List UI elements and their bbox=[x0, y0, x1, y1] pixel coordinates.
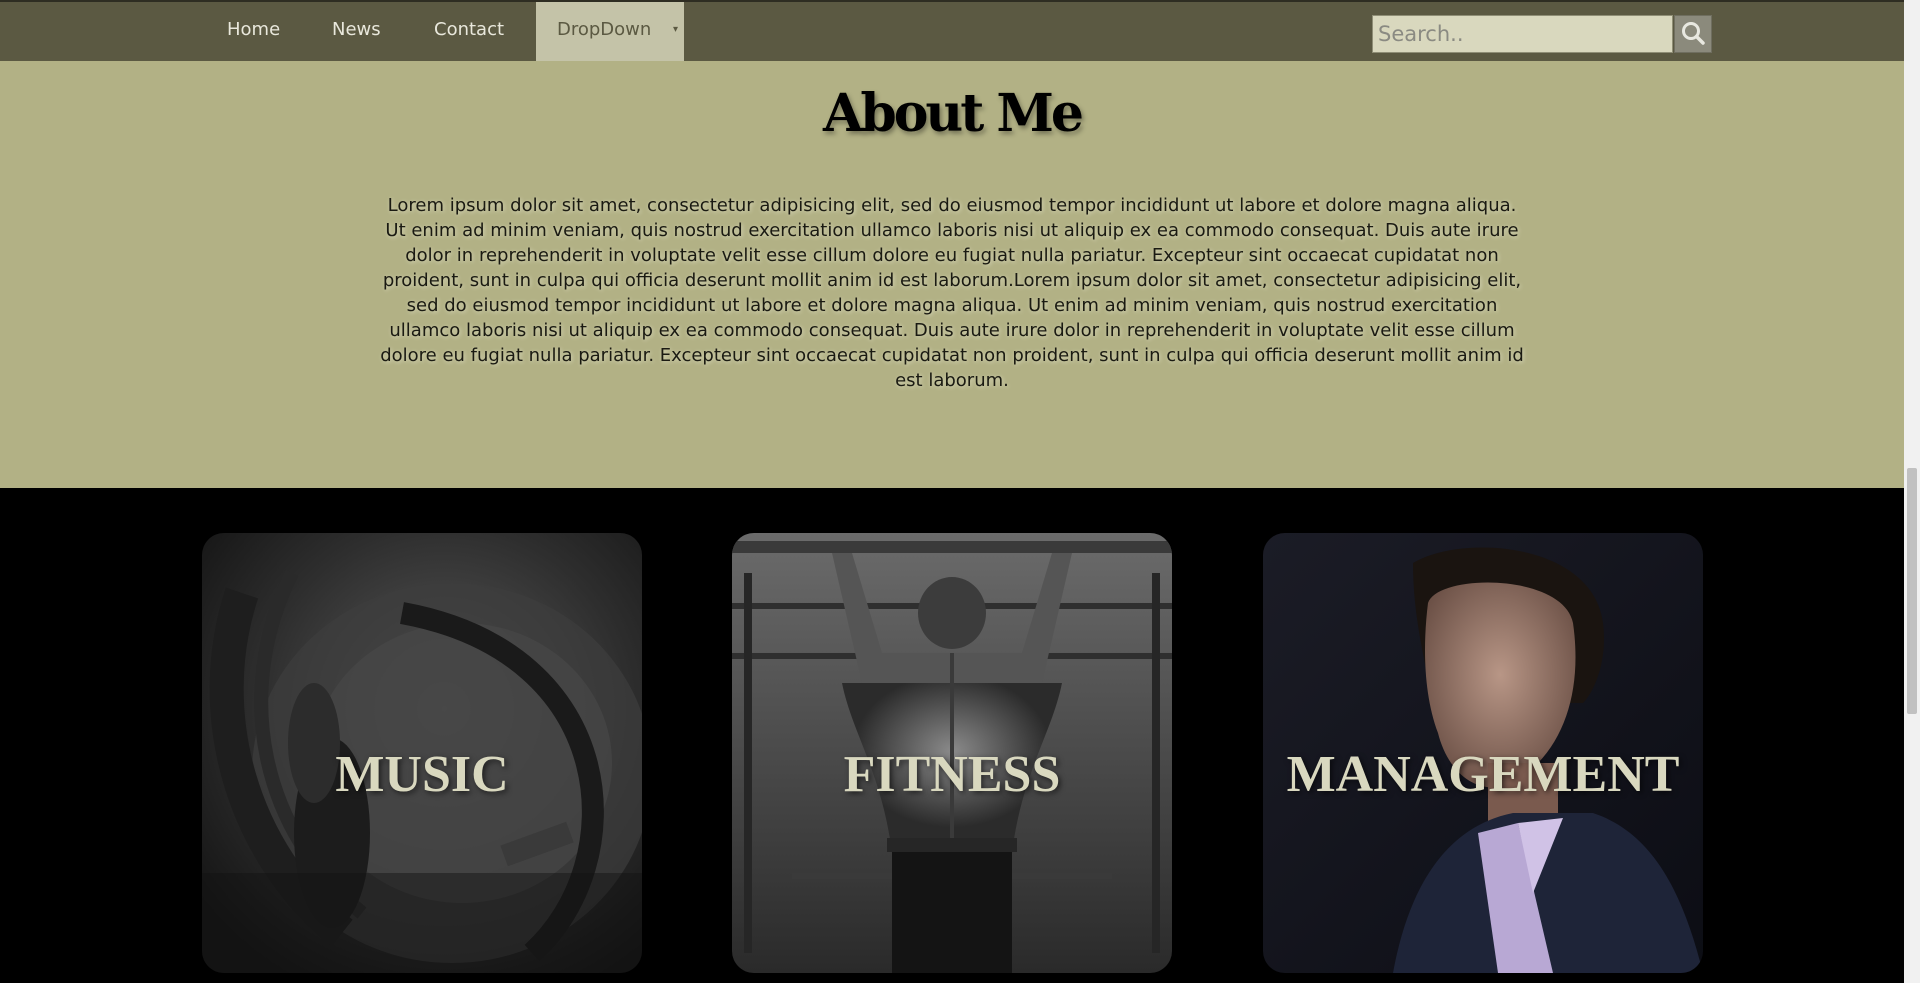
page-scrollbar[interactable] bbox=[1904, 0, 1920, 983]
nav-dropdown-button[interactable]: DropDown ▾ bbox=[536, 2, 684, 61]
card-management[interactable]: MANAGEMENT bbox=[1263, 533, 1703, 973]
chevron-down-icon: ▾ bbox=[672, 24, 678, 35]
scrollbar-thumb[interactable] bbox=[1907, 468, 1917, 714]
card-music[interactable]: MUSIC bbox=[202, 533, 642, 973]
nav-link-home[interactable]: Home bbox=[227, 2, 280, 61]
search-button[interactable] bbox=[1674, 15, 1712, 53]
top-navbar: Home News Contact DropDown ▾ bbox=[0, 0, 1904, 61]
card-label-fitness: FITNESS bbox=[843, 746, 1061, 803]
card-fitness[interactable]: FITNESS bbox=[732, 533, 1172, 973]
page: Home News Contact DropDown ▾ About Me Lo… bbox=[0, 0, 1920, 983]
about-section: About Me Lorem ipsum dolor sit amet, con… bbox=[0, 61, 1904, 488]
nav-link-contact[interactable]: Contact bbox=[434, 2, 504, 61]
about-paragraph: Lorem ipsum dolor sit amet, consectetur … bbox=[380, 195, 1524, 391]
card-label-management: MANAGEMENT bbox=[1286, 746, 1680, 803]
nav-link-news[interactable]: News bbox=[332, 2, 381, 61]
nav-dropdown-label: DropDown bbox=[557, 19, 652, 40]
card-label-music: MUSIC bbox=[335, 746, 509, 803]
search-input[interactable] bbox=[1372, 15, 1673, 53]
about-title: About Me bbox=[823, 83, 1084, 144]
search-icon bbox=[1682, 22, 1705, 45]
interest-cards-section: MUSIC FITNESS MANAGEMENT bbox=[0, 488, 1904, 983]
